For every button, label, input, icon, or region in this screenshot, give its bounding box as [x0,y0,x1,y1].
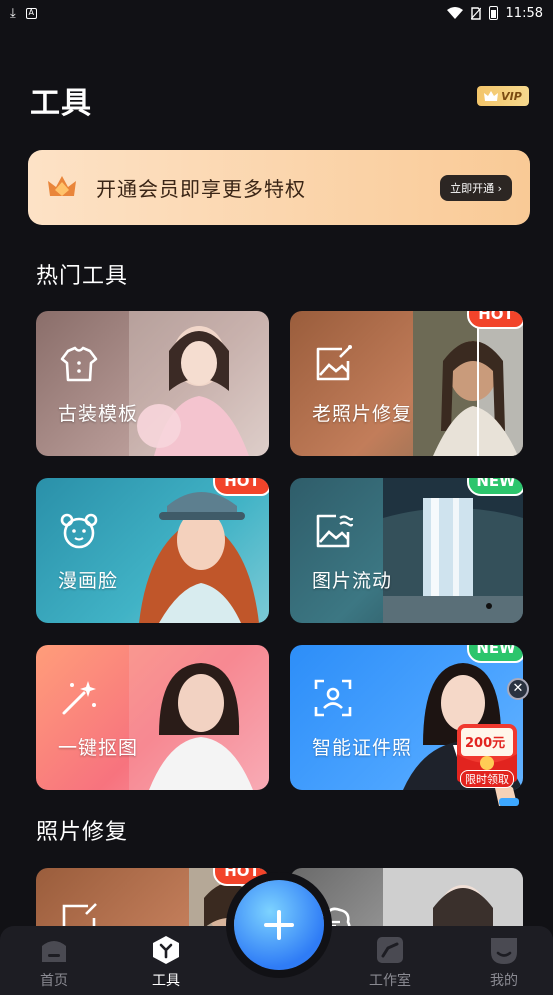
image-repair-icon [316,345,352,381]
tab-studio[interactable]: 工作室 [360,934,420,990]
section-title-hot-tools: 热门工具 [36,264,129,289]
cutout-portrait-image [129,645,269,790]
card-label: 智能证件照 [312,737,413,759]
studio-icon [377,937,403,963]
status-bar: ⤓ A 11:58 [0,0,553,26]
costume-portrait-image [129,311,269,456]
cartoon-portrait-image [139,492,259,623]
battery-icon [488,6,498,20]
status-time: 11:58 [505,5,543,21]
tool-card-cartoon-face[interactable]: 漫画脸 HOT [36,478,269,623]
download-icon: ⤓ [10,5,16,21]
new-badge: NEW [467,645,523,663]
coupon-amount: 200元 [465,736,506,751]
card-label: 图片流动 [312,570,393,592]
app-notification-icon: A [25,7,37,19]
tab-label: 我的 [490,973,518,989]
card-label: 漫画脸 [58,570,119,592]
hot-badge: HOT [467,311,523,329]
tool-card-image-flow[interactable]: 图片流动 NEW [290,478,523,623]
tab-label: 工具 [152,973,180,989]
member-banner-text: 开通会员即享更多特权 [96,177,306,201]
tab-tools[interactable]: 工具 [136,934,196,990]
coupon-label: 限时领取 [460,770,514,788]
page-title: 工具 [30,86,92,121]
card-label: 古装模板 [58,403,139,425]
magic-wand-icon [62,681,96,715]
close-icon[interactable]: ✕ [507,678,529,700]
home-icon [42,941,66,962]
tool-card-old-photo[interactable]: 老照片修复 HOT [290,311,523,456]
tool-card-costume[interactable]: 古装模板 [36,311,269,456]
plus-icon [264,910,294,940]
tool-card-cutout[interactable]: 一键抠图 [36,645,269,790]
old-photo-portrait-image [413,311,523,456]
new-badge: NEW [467,478,523,496]
id-photo-icon [314,679,352,717]
profile-icon [491,938,517,964]
no-sim-icon [470,6,481,20]
waterfall-image [383,478,523,623]
vip-badge[interactable]: VIP [477,86,529,106]
tshirt-icon [60,346,98,382]
add-button[interactable] [234,880,324,970]
tab-label: 首页 [40,973,68,989]
tab-label: 工作室 [369,973,411,989]
hot-badge: HOT [213,478,269,496]
card-label: 一键抠图 [58,737,139,759]
bear-face-icon [60,513,98,549]
crown-icon [48,175,76,196]
tab-mine[interactable]: 我的 [474,934,534,990]
card-label: 老照片修复 [312,403,413,425]
vip-label: VIP [501,89,522,103]
section-title-photo-repair: 照片修复 [36,820,129,845]
open-membership-button[interactable]: 立即开通 › [440,174,512,201]
coupon-promo[interactable]: 200元 限时领取 [455,718,521,808]
wifi-icon [446,7,463,19]
tab-home[interactable]: 首页 [24,934,84,990]
image-flow-icon [316,514,354,548]
member-banner[interactable]: 开通会员即享更多特权 立即开通 › [28,150,530,225]
tools-cube-icon [153,936,179,964]
crown-icon [484,90,499,101]
